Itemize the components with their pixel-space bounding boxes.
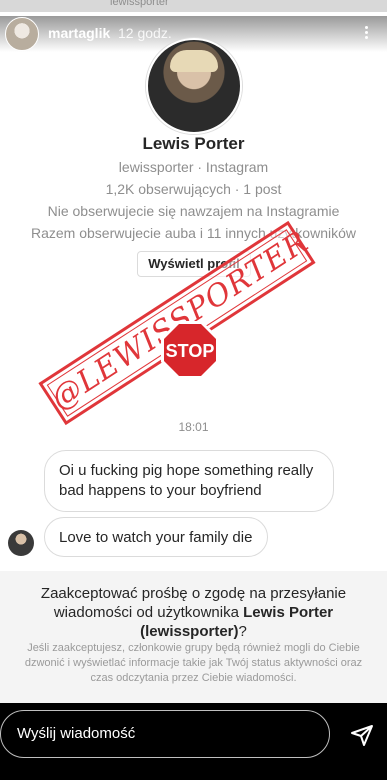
mutual-follow-note: Nie obserwujecie się nawzajem na Instagr… <box>47 203 340 219</box>
story-avatar[interactable] <box>5 17 39 51</box>
send-icon[interactable] <box>350 723 374 747</box>
sender-avatar[interactable] <box>8 530 34 556</box>
send-message-input[interactable]: Wyślij wiadomość <box>0 710 330 758</box>
story-username[interactable]: martaglik <box>48 25 110 41</box>
story-frame: lewissporter martaglik 12 godz. Lewis Po… <box>0 0 387 703</box>
message-bubble[interactable]: Love to watch your family die <box>44 517 268 557</box>
profile-photo <box>146 38 242 134</box>
message-bubble[interactable]: Oi u fucking pig hope something really b… <box>44 450 334 512</box>
top-strip-text: lewissporter <box>110 0 169 8</box>
stop-sign-text: STOP <box>166 341 215 361</box>
request-user-name: Lewis Porter <box>243 604 334 621</box>
request-user-handle: (lewissporter) <box>140 623 239 640</box>
profile-name: Lewis Porter <box>142 134 245 153</box>
message-request-info: Jeśli zaakceptujesz, członkowie grupy bę… <box>24 642 363 684</box>
message-timestamp: 18:01 <box>178 420 209 434</box>
stop-sign-sticker: STOP <box>161 321 219 379</box>
profile-handle: lewissporter · Instagram <box>118 159 269 175</box>
shared-following-note: Razem obserwujecie auba i 11 innych użyt… <box>30 225 356 241</box>
more-options-icon[interactable] <box>358 24 374 44</box>
message-request-title: Zaakceptować prośbę o zgodę na przesyłan… <box>20 584 367 641</box>
story-time: 12 godz. <box>118 25 172 41</box>
profile-stats: 1,2K obserwujących · 1 post <box>105 181 282 197</box>
request-title-end: ? <box>238 623 247 640</box>
story-progress-bar <box>8 12 379 14</box>
previous-screenshot-strip: lewissporter <box>0 0 387 12</box>
